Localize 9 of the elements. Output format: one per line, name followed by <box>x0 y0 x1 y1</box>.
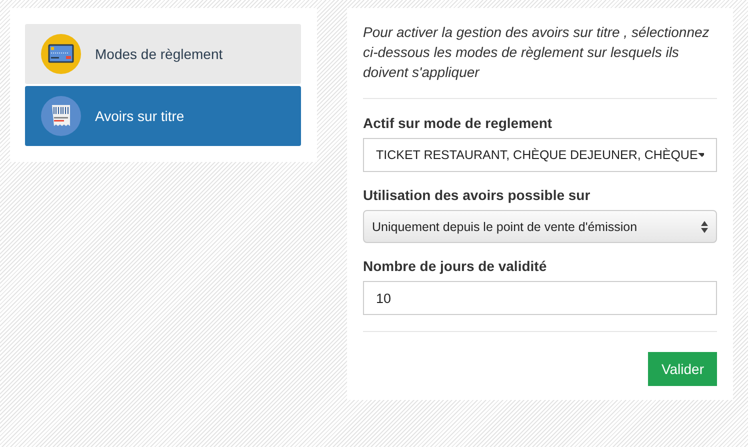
sidebar-item[interactable]: Modes de règlement <box>25 24 301 84</box>
field-label: Nombre de jours de validité <box>363 258 548 274</box>
multiselect-dropdown[interactable]: TICKET RESTAURANT, CHÈQUE DEJEUNER, CHÈQUE <box>363 138 717 172</box>
field-label: Actif sur mode de reglement <box>363 115 554 131</box>
sidebar-item[interactable]: Avoirs sur titre <box>25 86 301 146</box>
input-field[interactable]: 10 <box>363 281 717 315</box>
instructions-text: Pour activer la gestion des avoirs sur titre , sélectionnez ci-dessous les modes de règlement sur lesquels ils doivent s'appliquer <box>363 23 710 82</box>
field-label: Utilisation des avoirs possible sur <box>363 187 592 203</box>
select-dropdown[interactable]: Uniquement depuis le point de vente d'émission <box>363 210 717 243</box>
